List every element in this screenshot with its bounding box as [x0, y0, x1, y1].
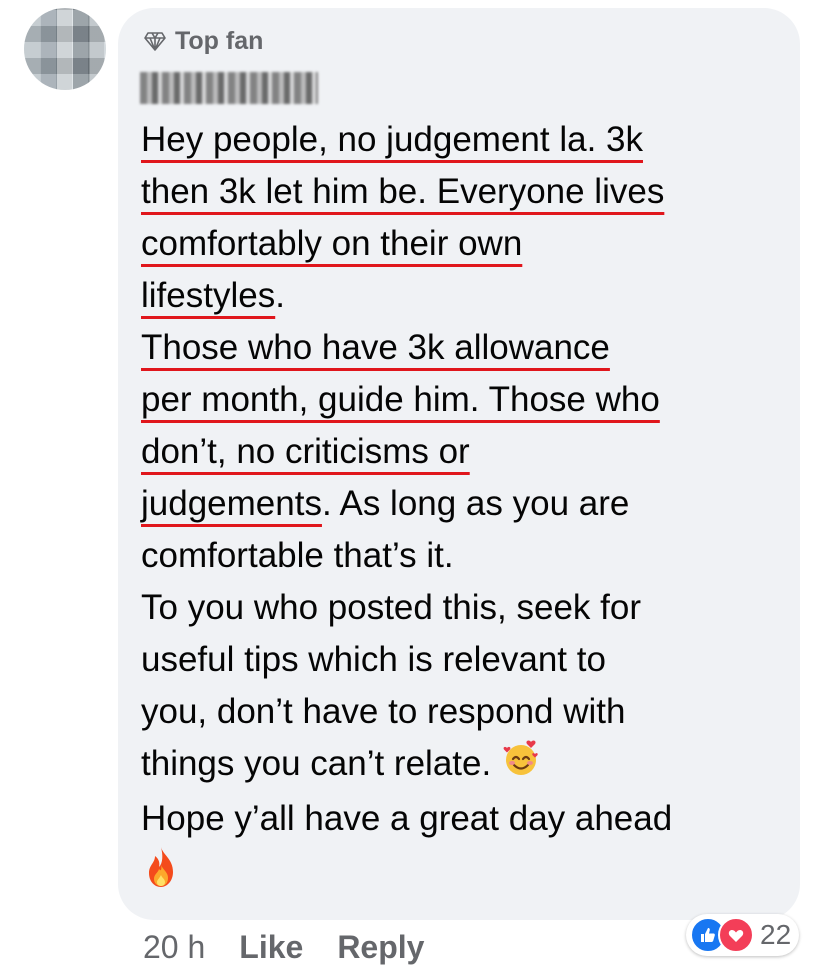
- comment-line: you, don’t have to respond with: [141, 692, 626, 731]
- comment-line: Those who have 3k allowance: [141, 328, 610, 367]
- comment-line: judgements: [141, 484, 322, 523]
- comment-line: . As long as you are: [321, 484, 630, 523]
- comment-text: Hey people, no judgement la. 3k then 3k …: [141, 114, 791, 904]
- comment-line: .: [275, 276, 285, 315]
- comment-line: things you can’t relate.: [141, 744, 492, 783]
- reactions-summary[interactable]: 22: [686, 914, 800, 956]
- comment-line: comfortably on their own: [141, 224, 523, 263]
- comment-line: To you who posted this, seek for: [141, 588, 641, 627]
- smiling-face-with-hearts-icon: [501, 738, 541, 793]
- reply-button[interactable]: Reply: [337, 929, 424, 966]
- like-button[interactable]: Like: [239, 929, 303, 966]
- commenter-name[interactable]: [140, 72, 318, 104]
- comment-line: useful tips which is relevant to: [141, 640, 606, 679]
- comment-line: then 3k let him be. Everyone lives: [141, 172, 665, 211]
- diamond-icon: [144, 32, 166, 51]
- comment-line: Hey people, no judgement la. 3k: [141, 120, 643, 159]
- reaction-count: 22: [760, 919, 792, 950]
- love-icon: [718, 917, 754, 953]
- avatar[interactable]: [24, 8, 106, 90]
- fire-icon: [141, 845, 181, 904]
- timestamp[interactable]: 20 h: [143, 929, 205, 966]
- top-fan-label: Top fan: [175, 26, 264, 55]
- comment-line: lifestyles: [141, 276, 276, 315]
- comment-actions: 20 h Like Reply: [143, 925, 424, 969]
- comment-line: comfortable that’s it.: [141, 536, 454, 575]
- comment-line: Hope y’all have a great day ahead: [141, 799, 673, 839]
- comment-line: don’t, no criticisms or: [141, 432, 470, 471]
- comment-line: per month, guide him. Those who: [141, 380, 660, 419]
- top-fan-badge: Top fan: [143, 24, 263, 58]
